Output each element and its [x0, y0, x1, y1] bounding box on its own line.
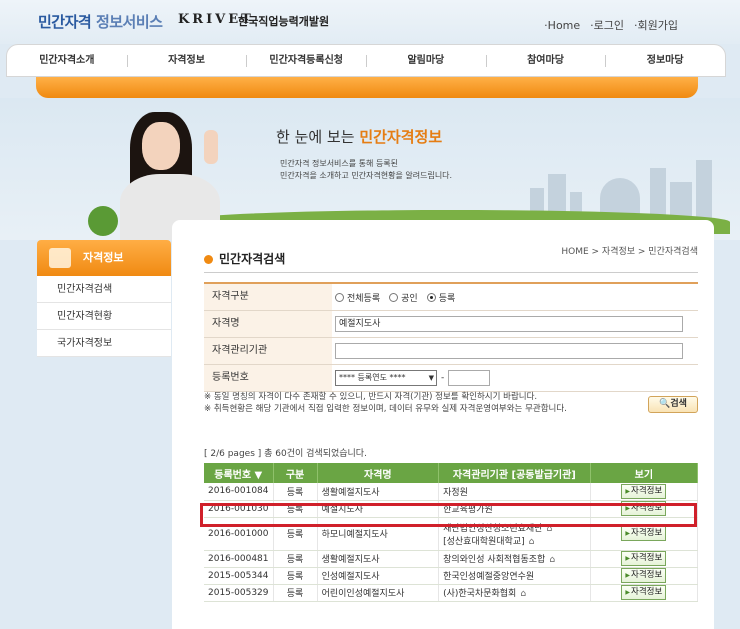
cell-regno: 2016-000481 [204, 550, 274, 568]
home-icon[interactable]: ⌂ [529, 537, 535, 547]
radio-certified[interactable]: 공인 [389, 291, 418, 304]
col-header-view: 보기 [590, 463, 699, 483]
view-info-button[interactable]: 자격정보 [621, 568, 667, 583]
sidebar-header: 자격정보 [37, 240, 171, 276]
home-icon[interactable]: ⌂ [520, 589, 526, 599]
cell-org: (사)한국차문화협회 ⌂ [438, 584, 591, 602]
cell-view: 자격정보 [590, 483, 699, 501]
cell-type: 등록 [273, 483, 318, 501]
hero-description: 민간자격 정보서비스를 통해 등록된 민간자격을 소개하고 민간자격현황을 알려… [280, 159, 453, 180]
cell-view: 자격정보 [590, 567, 699, 585]
breadcrumb: HOME > 자격정보 > 민간자격검색 [561, 247, 698, 257]
cell-name[interactable]: 어린이인성예절지도사 [317, 584, 440, 602]
view-info-button[interactable]: 자격정보 [621, 483, 667, 499]
nav-orange-bar [36, 77, 698, 98]
search-form: 자격구분 전체등록 공인 등록 자격명 예절지도사 자격관리기관 등록번호 **… [204, 282, 698, 392]
cell-regno: 2015-005329 [204, 584, 274, 602]
cell-type: 등록 [273, 567, 318, 585]
utility-links: ·Home ·로그인 ·회원가입 [544, 17, 678, 33]
cell-regno: 2015-005344 [204, 567, 274, 585]
table-row: 2015-005329등록어린이인성예절지도사(사)한국차문화협회⌂ 자격정보 [204, 584, 699, 602]
cell-org: 자정원 [438, 483, 591, 501]
org-label: 자격관리기관 [204, 338, 332, 364]
bullet-icon [204, 255, 213, 264]
sidebar: 자격정보 민간자격검색 민간자격현황 국가자격정보 [37, 240, 171, 357]
title-divider [204, 272, 698, 273]
view-info-button[interactable]: 자격정보 [621, 551, 667, 566]
cell-org: 한국인성예절중앙연수원 [438, 567, 591, 585]
search-button[interactable]: 🔍검색 [648, 396, 698, 413]
chevron-down-icon: ▼ [428, 374, 434, 382]
sidebar-item-national[interactable]: 국가자격정보 [37, 330, 171, 357]
cell-view: 자격정보 [590, 550, 699, 568]
view-info-button[interactable]: 자격정보 [621, 526, 667, 541]
tree-illustration [88, 206, 118, 236]
col-header-type: 구분 [273, 463, 318, 483]
highlight-box [200, 503, 697, 527]
radio-registered[interactable]: 등록 [426, 291, 455, 304]
name-label: 자격명 [204, 311, 332, 337]
main-nav: 민간자격소개 자격정보 민간자격등록신청 알림마당 참여마당 정보마당 [6, 44, 726, 77]
notice-text: ※ 동일 명칭의 자격이 다수 존재할 수 있으니, 반드시 자격(기관) 정보… [204, 392, 567, 414]
home-link[interactable]: ·Home [544, 19, 580, 32]
table-row: 2016-001084등록생활예절지도사자정원 자격정보 [204, 483, 699, 501]
result-count: [ 2/6 pages ] 총 60건이 검색되었습니다. [204, 449, 367, 459]
cell-regno: 2016-001084 [204, 483, 274, 501]
nav-item[interactable]: 민간자격등록신청 [246, 45, 366, 76]
nav-item[interactable]: 정보마당 [605, 45, 725, 76]
home-icon[interactable]: ⌂ [549, 555, 555, 565]
hero-banner: 한 눈에 보는 민간자격정보 민간자격 정보서비스를 통해 등록된 민간자격을 … [0, 98, 740, 240]
hero-title: 한 눈에 보는 민간자격정보 [276, 128, 443, 146]
table-row: 2015-005344등록인성예절지도사한국인성예절중앙연수원 자격정보 [204, 567, 699, 585]
year-select[interactable]: **** 등록연도 **** ▼ [335, 370, 437, 386]
page-title: 민간자격검색 [204, 250, 285, 267]
regno-label: 등록번호 [204, 365, 332, 391]
nav-item[interactable]: 참여마당 [485, 45, 606, 76]
main-content: 민간자격검색 HOME > 자격정보 > 민간자격검색 자격구분 전체등록 공인… [172, 220, 714, 629]
table-row: 2016-000481등록생활예절지도사창의와인성 사회적협동조합⌂ 자격정보 [204, 550, 699, 568]
top-header: 민간자격 정보서비스 KRIVET 한국직업능력개발원 ·Home ·로그인 ·… [0, 0, 740, 44]
name-input[interactable]: 예절지도사 [335, 316, 683, 332]
radio-all[interactable]: 전체등록 [335, 291, 380, 304]
cell-name[interactable]: 생활예절지도사 [317, 483, 440, 501]
nav-item[interactable]: 민간자격소개 [7, 45, 127, 76]
cell-org: 창의와인성 사회적협동조합 ⌂ [438, 550, 591, 568]
login-link[interactable]: ·로그인 [590, 17, 624, 33]
org-input[interactable] [335, 343, 683, 359]
sidebar-item-search[interactable]: 민간자격검색 [37, 276, 171, 303]
cell-name[interactable]: 인성예절지도사 [317, 567, 440, 585]
results-table: 등록번호 ▼ 구분 자격명 자격관리기관 [공동발급기관] 보기 2016-00… [204, 463, 699, 602]
col-header-regno[interactable]: 등록번호 ▼ [204, 463, 274, 483]
cell-view: 자격정보 [590, 584, 699, 602]
cell-name[interactable]: 생활예절지도사 [317, 550, 440, 568]
site-logo[interactable]: 민간자격 정보서비스 [38, 11, 163, 32]
col-header-org: 자격관리기관 [공동발급기관] [438, 463, 591, 483]
type-label: 자격구분 [204, 284, 332, 310]
view-info-button[interactable]: 자격정보 [621, 585, 667, 600]
nav-item[interactable]: 자격정보 [126, 45, 247, 76]
city-skyline-illustration [530, 158, 720, 218]
signup-link[interactable]: ·회원가입 [634, 17, 678, 33]
cell-type: 등록 [273, 550, 318, 568]
regno-input[interactable] [448, 370, 491, 386]
sidebar-list: 민간자격검색 민간자격현황 국가자격정보 [37, 276, 171, 357]
krivet-name: 한국직업능력개발원 [238, 15, 330, 28]
col-header-name: 자격명 [317, 463, 440, 483]
nav-item[interactable]: 알림마당 [366, 45, 486, 76]
document-icon [49, 248, 71, 268]
search-icon: 🔍 [659, 399, 671, 409]
sidebar-item-status[interactable]: 민간자격현황 [37, 303, 171, 330]
cell-type: 등록 [273, 584, 318, 602]
